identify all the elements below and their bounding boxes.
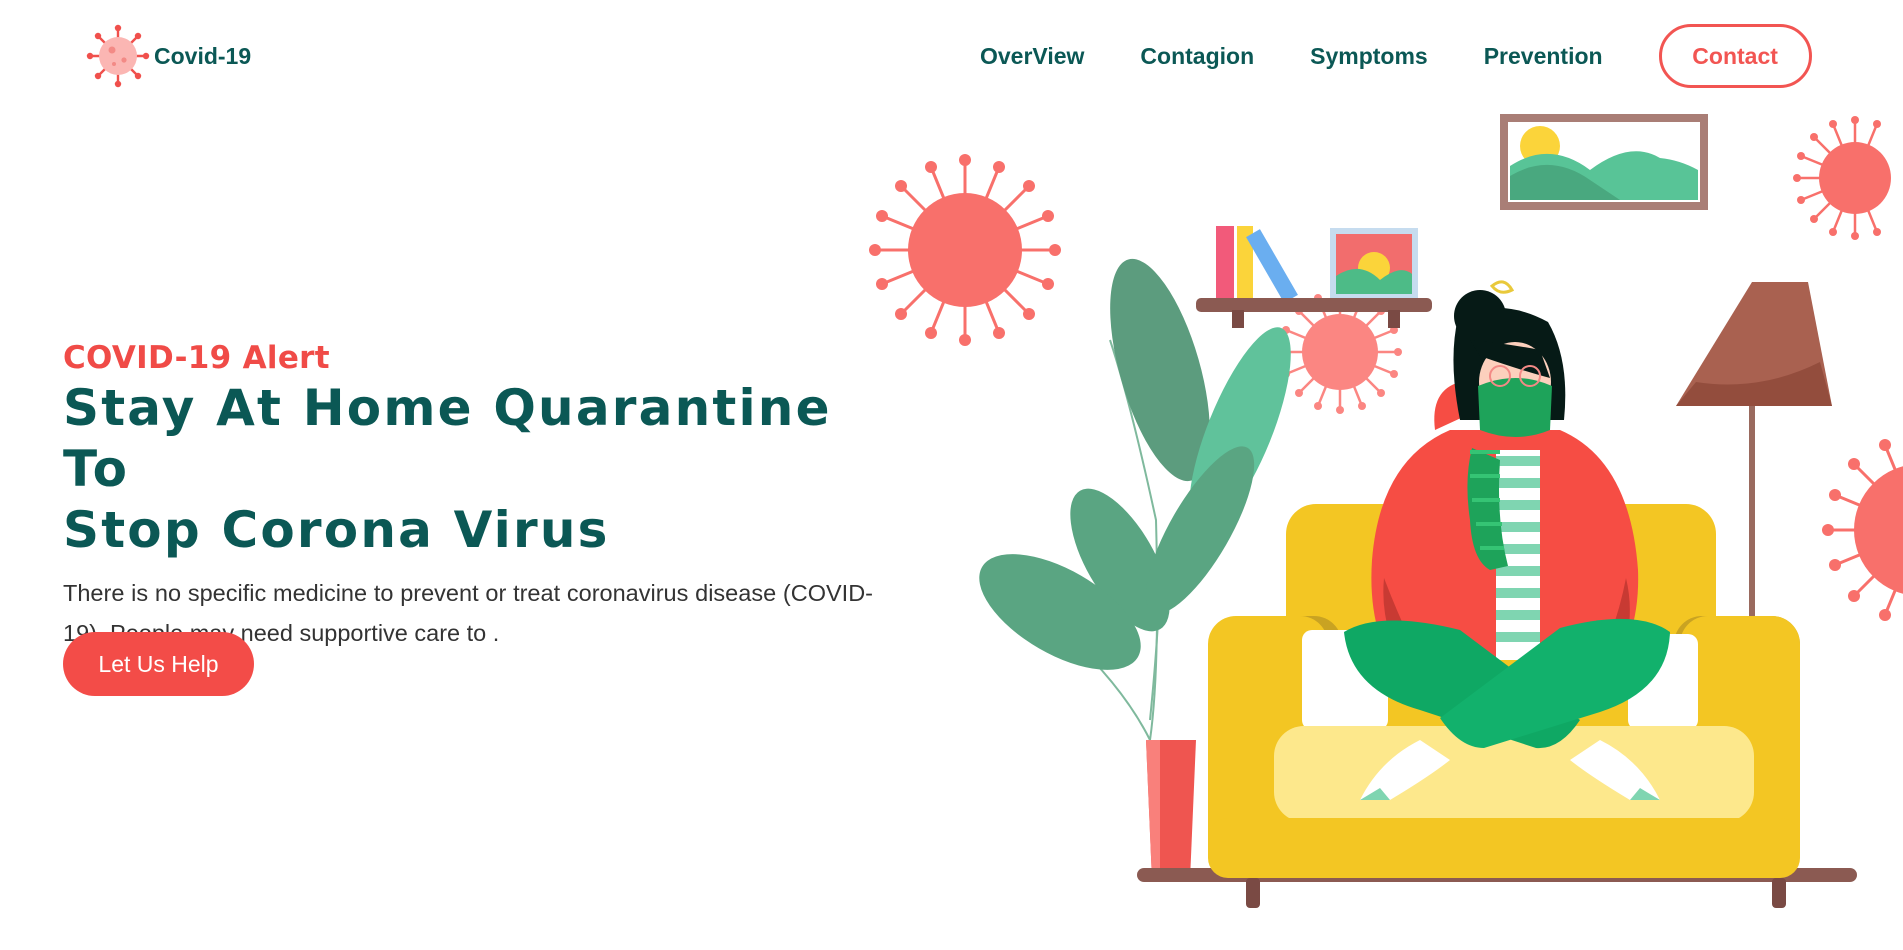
virus-icon (1822, 439, 1903, 621)
wall-picture (1500, 114, 1708, 210)
let-us-help-button[interactable]: Let Us Help (63, 632, 254, 696)
contact-button[interactable]: Contact (1658, 24, 1812, 88)
landing-page: Covid-19 OverView Contagion Symptoms Pre… (0, 0, 1903, 950)
bookshelf (1196, 226, 1432, 328)
hero-title-line-2: Stop Corona Virus (63, 501, 610, 559)
hero-title-line-1: Stay At Home Quarantine To (63, 379, 832, 498)
nav-overview[interactable]: OverView (980, 43, 1084, 70)
hero-title: Stay At Home Quarantine To Stop Corona V… (63, 378, 873, 561)
nav-contagion[interactable]: Contagion (1140, 43, 1254, 70)
virus-icon (869, 154, 1061, 346)
logo[interactable]: Covid-19 (84, 22, 251, 90)
nav-symptoms[interactable]: Symptoms (1310, 43, 1428, 70)
virus-icon (86, 24, 150, 88)
main-nav: OverView Contagion Symptoms Prevention C… (980, 24, 1812, 88)
nav-prevention[interactable]: Prevention (1484, 43, 1603, 70)
logo-text: Covid-19 (154, 42, 252, 69)
quarantine-illustration (869, 114, 1903, 908)
hero-alert: COVID-19 Alert (63, 340, 330, 376)
virus-icon (1793, 116, 1891, 240)
hero-section: COVID-19 Alert Stay At Home Quarantine T… (63, 340, 873, 653)
